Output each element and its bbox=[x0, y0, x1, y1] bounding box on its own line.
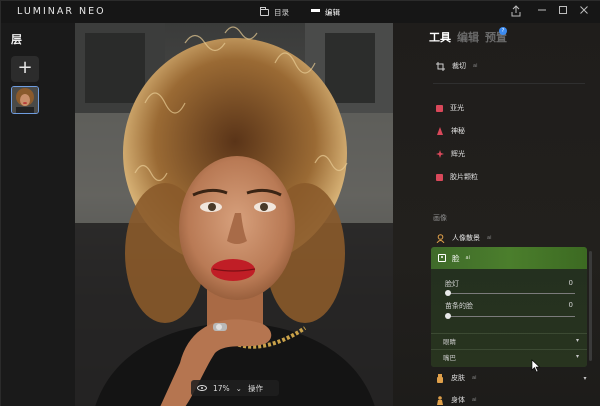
bokeh-label: 人像散景 bbox=[452, 234, 480, 242]
sliders-icon bbox=[311, 8, 320, 16]
crop-label: 裁切 bbox=[452, 62, 466, 70]
film-grain-icon bbox=[436, 173, 443, 181]
mouth-label: 嘴巴 bbox=[443, 353, 456, 362]
face-light-slider[interactable] bbox=[447, 293, 575, 294]
face-label: 脸 bbox=[452, 253, 460, 263]
face-light-knob[interactable] bbox=[445, 290, 451, 296]
body-icon bbox=[437, 395, 443, 405]
layers-title: 层 bbox=[11, 33, 22, 46]
tool-mystic[interactable]: 神秘 bbox=[436, 126, 465, 136]
tool-crop[interactable]: 裁切 ai bbox=[436, 61, 477, 71]
tools-panel: 工具 编辑 预置 ? 裁切 ai 亚光 神秘 辉光 胶片颗粒 画像 人像散景 a… bbox=[393, 23, 600, 406]
layers-panel: 层 + bbox=[1, 23, 75, 406]
crop-icon bbox=[436, 61, 445, 71]
layer-thumbnail[interactable] bbox=[11, 86, 39, 114]
slim-face-slider[interactable] bbox=[447, 316, 575, 317]
share-icon[interactable] bbox=[509, 5, 523, 19]
skin-icon bbox=[437, 373, 443, 383]
glow-label: 辉光 bbox=[451, 150, 465, 158]
face-light-label: 脸灯 bbox=[445, 280, 459, 288]
edit-badge: ? bbox=[499, 27, 507, 35]
glow-icon bbox=[436, 150, 444, 158]
minimize-icon[interactable] bbox=[535, 5, 549, 19]
catalog-tab[interactable]: 目录 bbox=[260, 5, 289, 19]
ai-mark: ai bbox=[472, 397, 477, 403]
close-icon[interactable] bbox=[577, 5, 591, 19]
edit-tab[interactable]: 编辑 bbox=[311, 5, 340, 19]
mouth-subsection[interactable]: 嘴巴 ▾ bbox=[431, 349, 587, 363]
title-bar: LUMINAR NEO 目录 编辑 bbox=[1, 1, 600, 23]
ai-mark: ai bbox=[473, 63, 478, 69]
zoom-toolbar[interactable]: 17% ⌄ 操作 bbox=[191, 380, 279, 396]
slim-face-knob[interactable] bbox=[445, 313, 451, 319]
face-tool-header[interactable]: 脸 ai bbox=[431, 247, 587, 269]
portrait-section-label: 画像 bbox=[433, 214, 447, 222]
mystic-label: 神秘 bbox=[451, 127, 465, 135]
portrait-photo bbox=[75, 23, 393, 406]
film-grain-label: 胶片颗粒 bbox=[450, 173, 478, 181]
ai-mark: ai bbox=[465, 255, 470, 261]
tab-edit[interactable]: 编辑 bbox=[457, 29, 479, 45]
tool-skin[interactable]: 皮肤 ai ▾ bbox=[436, 373, 586, 383]
matte-icon bbox=[436, 104, 443, 112]
face-icon bbox=[438, 254, 446, 262]
eyes-label: 眼睛 bbox=[443, 337, 456, 346]
chevron-down-icon[interactable]: ▾ bbox=[583, 375, 586, 382]
mouse-cursor-icon bbox=[531, 359, 541, 373]
face-tool-body: 脸灯 0 苗条的脸 0 眼睛 ▾ 嘴巴 ▾ bbox=[431, 269, 587, 367]
tool-matte[interactable]: 亚光 bbox=[436, 103, 464, 113]
chevron-down-icon: ▾ bbox=[575, 353, 579, 360]
photo-canvas[interactable]: 17% ⌄ 操作 bbox=[75, 23, 393, 406]
add-layer-button[interactable]: + bbox=[11, 56, 39, 82]
app-logo: LUMINAR NEO bbox=[17, 6, 106, 17]
action-button[interactable]: 操作 bbox=[248, 383, 263, 394]
face-light-value: 0 bbox=[568, 279, 573, 287]
divider bbox=[433, 83, 585, 84]
tool-body[interactable]: 身体 ai bbox=[436, 395, 476, 405]
skin-label: 皮肤 bbox=[451, 374, 465, 382]
face-tool-card: 脸 ai 脸灯 0 苗条的脸 0 眼睛 ▾ 嘴巴 ▾ bbox=[431, 247, 587, 367]
catalog-label: 目录 bbox=[274, 7, 289, 17]
tool-tabs: 工具 编辑 预置 ? bbox=[429, 27, 507, 45]
ai-mark: ai bbox=[487, 235, 492, 241]
slim-face-label: 苗条的脸 bbox=[445, 302, 473, 310]
maximize-icon[interactable] bbox=[556, 5, 570, 19]
luminar-window: LUMINAR NEO 目录 编辑 层 + 17% ⌄ 操作 工具 编辑 预置 … bbox=[0, 0, 600, 406]
tool-portrait-bokeh[interactable]: 人像散景 ai bbox=[436, 233, 491, 243]
matte-label: 亚光 bbox=[450, 104, 464, 112]
tool-glow[interactable]: 辉光 bbox=[436, 149, 465, 159]
zoom-level[interactable]: 17% bbox=[213, 384, 230, 393]
zoom-caret: ⌄ bbox=[235, 383, 242, 393]
bokeh-icon bbox=[436, 233, 445, 243]
tab-tools[interactable]: 工具 bbox=[429, 29, 451, 45]
body-label: 身体 bbox=[451, 396, 465, 404]
ai-mark: ai bbox=[472, 375, 477, 381]
tool-film-grain[interactable]: 胶片颗粒 bbox=[436, 172, 478, 182]
edit-label: 编辑 bbox=[325, 7, 340, 17]
mystic-icon bbox=[437, 127, 443, 135]
plus-icon: + bbox=[17, 57, 33, 78]
eye-icon[interactable] bbox=[197, 385, 207, 391]
chevron-down-icon: ▾ bbox=[575, 337, 579, 344]
eyes-subsection[interactable]: 眼睛 ▾ bbox=[431, 333, 587, 347]
folder-icon bbox=[260, 6, 269, 16]
slim-face-value: 0 bbox=[568, 301, 573, 309]
tools-scrollbar[interactable] bbox=[589, 251, 592, 361]
